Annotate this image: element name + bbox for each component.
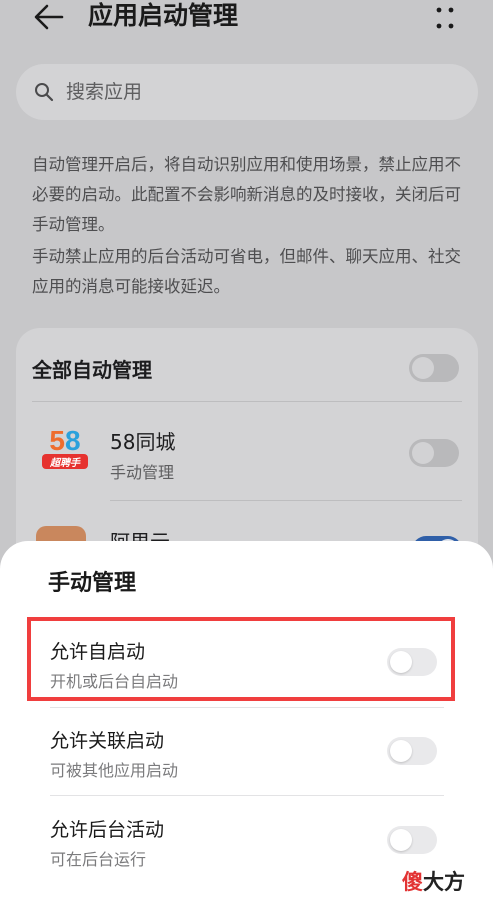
app-icon-58tongcheng: 58 超聘手 [42,425,88,469]
more-vertical-icon[interactable] [433,4,457,32]
allow-background-activity-toggle[interactable] [387,826,437,854]
auto-manage-description: 自动管理开启后，将自动识别应用和使用场景，禁止应用不必要的启动。此配置不会影响新… [32,155,461,234]
app-name: 58同城 [110,430,176,454]
app-auto-manage-toggle[interactable] [409,439,459,467]
divider [110,500,462,501]
page-title: 应用启动管理 [88,1,239,30]
divider [50,707,444,708]
search-icon [35,83,54,102]
option-allow-background-activity-title: 允许后台活动 [50,819,165,841]
sheet-title: 手动管理 [48,571,137,596]
divider [50,795,444,796]
app-mode: 手动管理 [110,463,175,482]
back-arrow-icon[interactable] [32,2,66,32]
all-auto-manage-label: 全部自动管理 [32,358,152,382]
watermark: 傻大方 [402,866,465,896]
search-input[interactable]: 搜索应用 [66,78,142,106]
svg-text:58: 58 [49,425,80,456]
option-allow-background-activity-subtitle: 可在后台运行 [50,850,147,869]
app-icon-text-8: 8 [65,425,81,456]
app-icon-text-5: 5 [49,425,65,456]
allow-associated-start-toggle[interactable] [387,737,437,765]
watermark-rest: 大方 [423,870,465,894]
manual-manage-sheet: 手动管理 允许自启动 开机或后台自启动 允许关联启动 可被其他应用启动 允许后台… [0,541,493,921]
search-bar[interactable]: 搜索应用 [16,64,478,120]
header: 应用启动管理 [0,0,493,36]
highlight-box [27,617,455,701]
watermark-accent: 傻 [402,870,423,894]
option-allow-associated-start-title: 允许关联启动 [50,730,165,752]
manual-manage-description: 手动禁止应用的后台活动可省电，但邮件、聊天应用、社交应用的消息可能接收延迟。 [32,247,461,296]
app-icon-tag: 超聘手 [49,457,81,469]
option-allow-associated-start-subtitle: 可被其他应用启动 [50,761,179,780]
divider [32,401,462,402]
all-auto-manage-toggle[interactable] [409,354,459,382]
